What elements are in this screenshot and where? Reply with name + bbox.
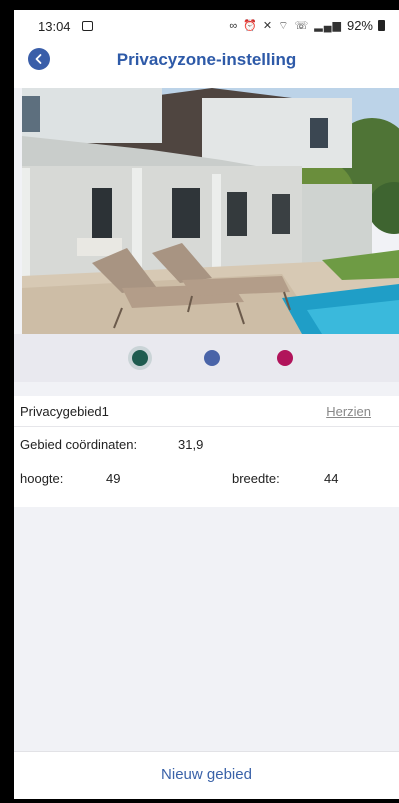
zone-details: Gebied coördinaten: 31,9 hoogte: 49 bree… xyxy=(14,427,399,507)
height-value: 49 xyxy=(106,471,121,486)
battery-icon xyxy=(378,20,385,31)
coords-value: 31,9 xyxy=(178,437,204,452)
coords-label: Gebied coördinaten: xyxy=(20,437,138,452)
color-dot-green[interactable] xyxy=(132,350,148,366)
wifi-icon: ⌔ xyxy=(278,19,290,32)
height-label: hoogte: xyxy=(20,471,64,486)
battery-percent: 92% xyxy=(346,18,373,33)
zone-row: Privacygebied1 Herzien xyxy=(14,396,399,427)
house-with-pool-photo xyxy=(22,88,399,334)
footer-bar: Nieuw gebied xyxy=(14,751,399,799)
color-dot-blue[interactable] xyxy=(204,350,220,366)
mute-icon: ✕ xyxy=(262,20,274,32)
link-icon: ∞ xyxy=(229,19,239,32)
status-icons: ∞ ⏰ ✕ ⌔ ☏ ▂▄▆ 92% xyxy=(229,18,385,33)
status-bar: 13:04 ∞ ⏰ ✕ ⌔ ☏ ▂▄▆ 92% xyxy=(14,10,399,44)
gallery-icon xyxy=(82,21,93,31)
width-value: 44 xyxy=(324,471,339,486)
page-title: Privacyzone-instelling xyxy=(116,50,297,69)
edit-zone-link[interactable]: Herzien xyxy=(326,404,371,419)
new-area-button[interactable]: Nieuw gebied xyxy=(14,766,399,783)
app-header: Privacyzone-instelling xyxy=(14,44,399,88)
zone-name: Privacygebied1 xyxy=(20,404,109,419)
width-label: breedte: xyxy=(232,471,280,486)
wifi-call-icon: ☏ xyxy=(294,20,310,32)
zone-color-picker xyxy=(14,334,399,382)
signal-icon: ▂▄▆ xyxy=(314,20,342,32)
alarm-icon: ⏰ xyxy=(243,20,258,32)
color-dot-magenta[interactable] xyxy=(277,350,293,366)
status-time: 13:04 xyxy=(38,19,71,34)
app-screen: 13:04 ∞ ⏰ ✕ ⌔ ☏ ▂▄▆ 92% Privacyzone-inst… xyxy=(14,10,399,799)
phone-frame: 13:04 ∞ ⏰ ✕ ⌔ ☏ ▂▄▆ 92% Privacyzone-inst… xyxy=(0,0,399,803)
